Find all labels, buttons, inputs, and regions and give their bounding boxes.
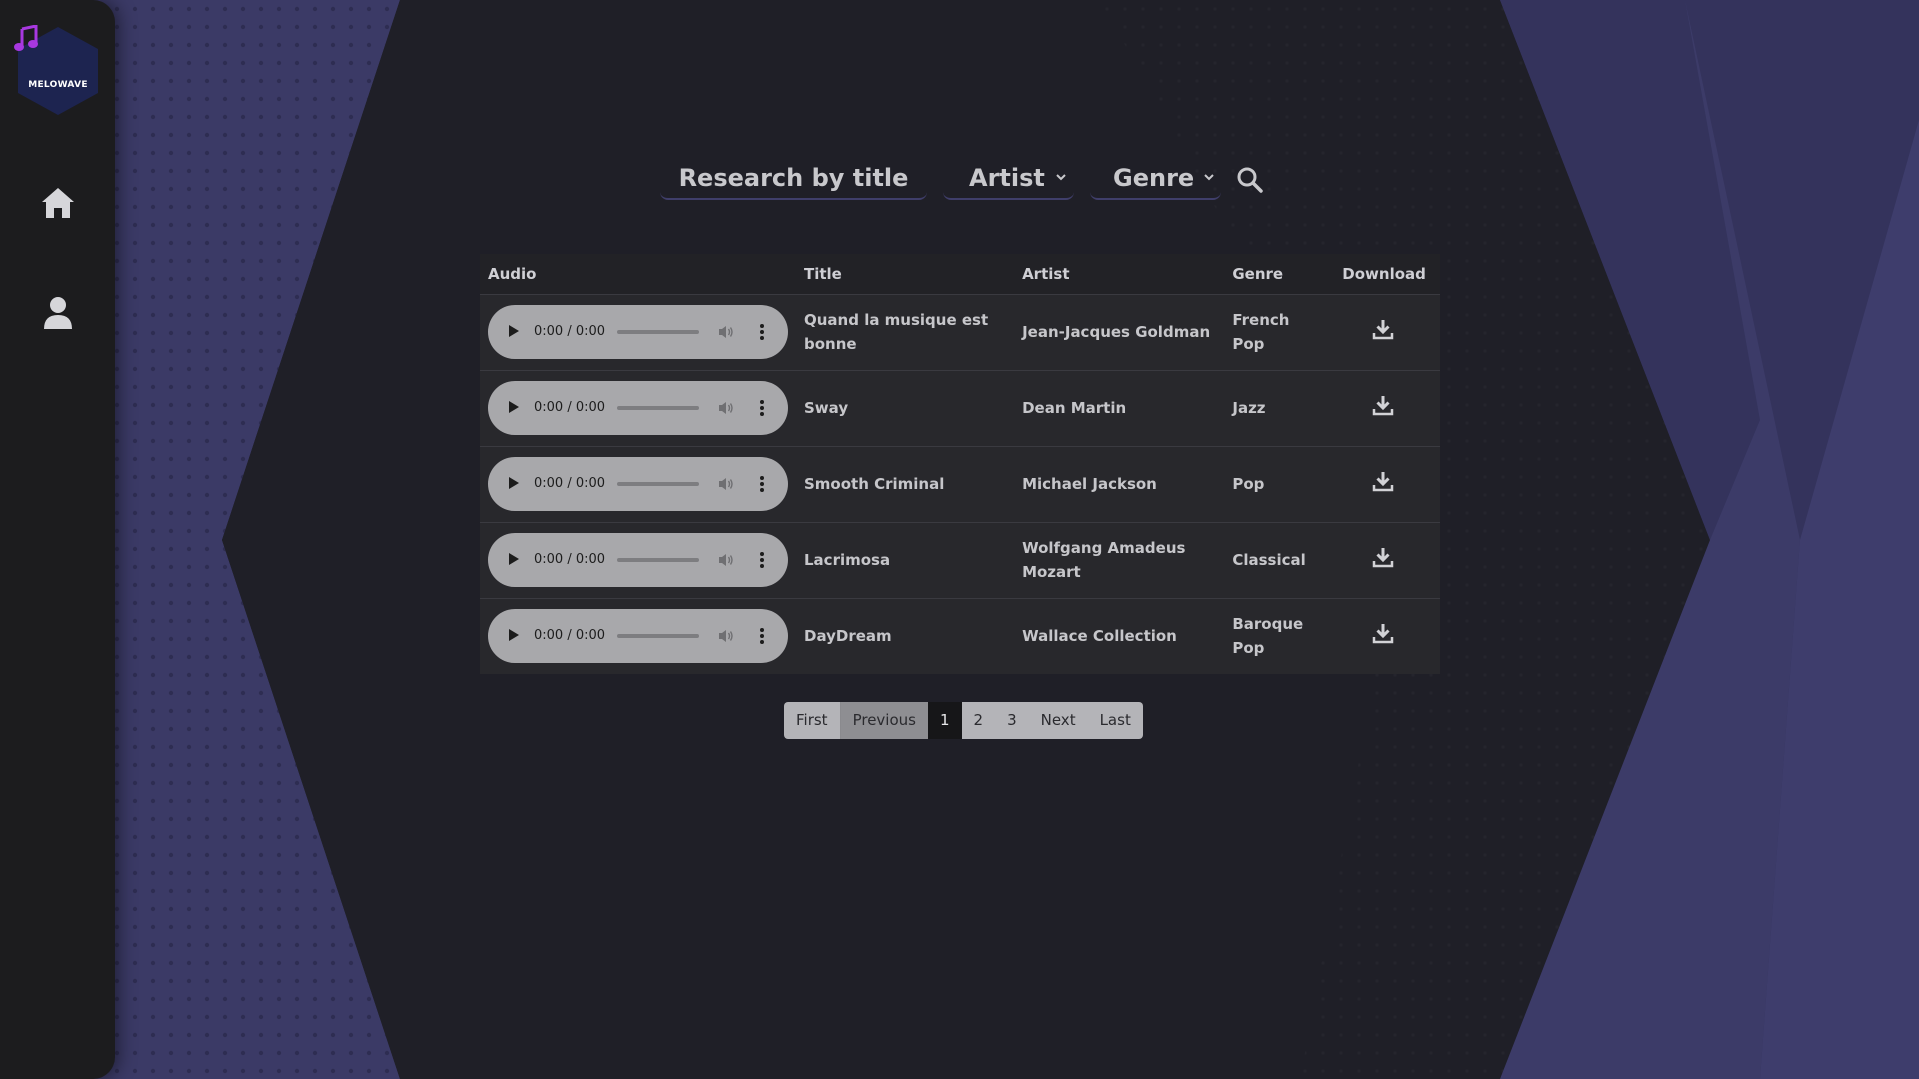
artist-dropdown-label: Artist: [969, 164, 1045, 192]
download-icon[interactable]: [1372, 546, 1394, 568]
audio-time: 0:00 / 0:00: [534, 400, 606, 415]
more-options-icon[interactable]: [759, 551, 765, 569]
pagination-last-button[interactable]: Last: [1087, 702, 1143, 739]
table-row: 0:00 / 0:00 Smooth Criminal Michael Jackso…: [480, 446, 1440, 522]
play-icon[interactable]: [508, 324, 520, 338]
song-title: Sway: [804, 399, 849, 417]
download-icon[interactable]: [1372, 394, 1394, 416]
song-title: DayDream: [804, 627, 892, 646]
app-root: MELOWAVE Artist Genre: [0, 0, 1919, 1079]
pagination-page-1[interactable]: 1: [927, 702, 962, 739]
audio-player[interactable]: 0:00 / 0:00: [488, 457, 788, 511]
audio-cell: 0:00 / 0:00: [480, 598, 796, 674]
more-options-icon[interactable]: [759, 475, 765, 493]
chevron-down-icon: [1056, 174, 1066, 181]
table-body: 0:00 / 0:00 Quand la musique est bonne Jea…: [480, 294, 1440, 674]
songs-table-container: Audio Title Artist Genre Download 0:00 /…: [480, 254, 1440, 674]
download-cell: [1334, 522, 1440, 598]
song-title: Smooth Criminal: [804, 475, 945, 493]
user-icon[interactable]: [40, 295, 76, 331]
more-options-icon[interactable]: [759, 323, 765, 341]
song-genre: Classical: [1232, 551, 1306, 569]
download-cell: [1334, 294, 1440, 370]
download-icon[interactable]: [1372, 470, 1394, 492]
play-icon[interactable]: [508, 552, 520, 566]
song-artist: Wallace Collection: [1022, 627, 1177, 646]
song-artist: Wolfgang Amadeus Mozart: [1022, 539, 1186, 581]
song-artist: Jean-Jacques Goldman: [1022, 323, 1211, 341]
volume-icon[interactable]: [718, 552, 734, 568]
play-icon[interactable]: [508, 476, 520, 490]
audio-progress-slider[interactable]: [617, 482, 699, 486]
audio-cell: 0:00 / 0:00: [480, 522, 796, 598]
header-download: Download: [1342, 264, 1426, 283]
play-icon[interactable]: [508, 628, 520, 642]
song-title: Quand la musique est bonne: [804, 311, 989, 353]
audio-player[interactable]: 0:00 / 0:00: [488, 305, 788, 359]
volume-icon[interactable]: [718, 476, 734, 492]
volume-icon[interactable]: [718, 400, 734, 416]
volume-icon[interactable]: [718, 324, 734, 340]
audio-time: 0:00 / 0:00: [534, 628, 606, 644]
audio-progress-slider[interactable]: [617, 330, 699, 334]
song-genre: Baroque Pop: [1232, 615, 1304, 658]
title-search-field: [660, 158, 927, 200]
audio-cell: 0:00 / 0:00: [480, 370, 796, 446]
audio-progress-slider[interactable]: [617, 558, 699, 562]
table-row: 0:00 / 0:00 Quand la musique est bonne Jea…: [480, 294, 1440, 370]
audio-time: 0:00 / 0:00: [534, 552, 606, 567]
pagination-previous-button[interactable]: Previous: [839, 702, 928, 739]
download-cell: [1334, 370, 1440, 446]
audio-player[interactable]: 0:00 / 0:00: [488, 381, 788, 435]
download-icon[interactable]: [1372, 318, 1394, 340]
title-search-input[interactable]: [660, 158, 927, 198]
logo-text: MELOWAVE: [28, 80, 88, 90]
audio-cell: 0:00 / 0:00: [480, 446, 796, 522]
pagination-page-3[interactable]: 3: [995, 702, 1029, 739]
table-row: 0:00 / 0:00 Sway Dean Martin Jazz: [480, 370, 1440, 446]
artist-dropdown[interactable]: Artist: [943, 158, 1074, 200]
song-genre: French Pop: [1232, 311, 1290, 353]
header-audio: Audio: [488, 264, 537, 283]
song-artist: Dean Martin: [1022, 399, 1127, 417]
audio-cell: 0:00 / 0:00: [480, 294, 796, 370]
more-options-icon[interactable]: [759, 627, 765, 645]
audio-player[interactable]: 0:00 / 0:00: [488, 533, 788, 587]
song-artist: Michael Jackson: [1022, 475, 1157, 493]
play-icon[interactable]: [508, 400, 520, 414]
app-logo[interactable]: MELOWAVE: [14, 25, 102, 115]
song-genre: Jazz: [1232, 399, 1266, 417]
songs-table: Audio Title Artist Genre Download 0:00 /…: [480, 254, 1440, 674]
pagination: First Previous 1 2 3 Next Last: [784, 702, 1143, 739]
header-artist: Artist: [1022, 264, 1070, 283]
genre-dropdown-label: Genre: [1113, 164, 1195, 192]
header-genre: Genre: [1232, 264, 1284, 283]
home-icon[interactable]: [40, 186, 76, 222]
more-options-icon[interactable]: [759, 399, 765, 417]
download-icon[interactable]: [1372, 622, 1394, 644]
audio-time: 0:00 / 0:00: [534, 324, 606, 339]
table-header-row: Audio Title Artist Genre Download: [480, 254, 1440, 294]
table-row: 0:00 / 0:00 DayDream Wallace Collection Bar…: [480, 598, 1440, 674]
audio-player[interactable]: 0:00 / 0:00: [488, 609, 788, 664]
audio-time: 0:00 / 0:00: [534, 476, 606, 491]
audio-progress-slider[interactable]: [617, 634, 699, 639]
header-title: Title: [804, 264, 842, 283]
genre-dropdown[interactable]: Genre: [1090, 158, 1221, 200]
download-cell: [1334, 598, 1440, 674]
music-note-icon: [14, 25, 38, 51]
pagination-first-button[interactable]: First: [784, 702, 840, 739]
chevron-down-icon: [1204, 174, 1214, 181]
pagination-page-2[interactable]: 2: [961, 702, 996, 739]
song-title: Lacrimosa: [804, 551, 891, 569]
volume-icon[interactable]: [718, 628, 734, 644]
audio-progress-slider[interactable]: [617, 406, 699, 410]
table-row: 0:00 / 0:00 Lacrimosa Wolfgang Amadeus Moz…: [480, 522, 1440, 598]
download-cell: [1334, 446, 1440, 522]
song-genre: Pop: [1232, 475, 1265, 493]
search-icon[interactable]: [1236, 166, 1264, 194]
pagination-next-button[interactable]: Next: [1028, 702, 1088, 739]
sidebar: MELOWAVE: [0, 0, 115, 1079]
